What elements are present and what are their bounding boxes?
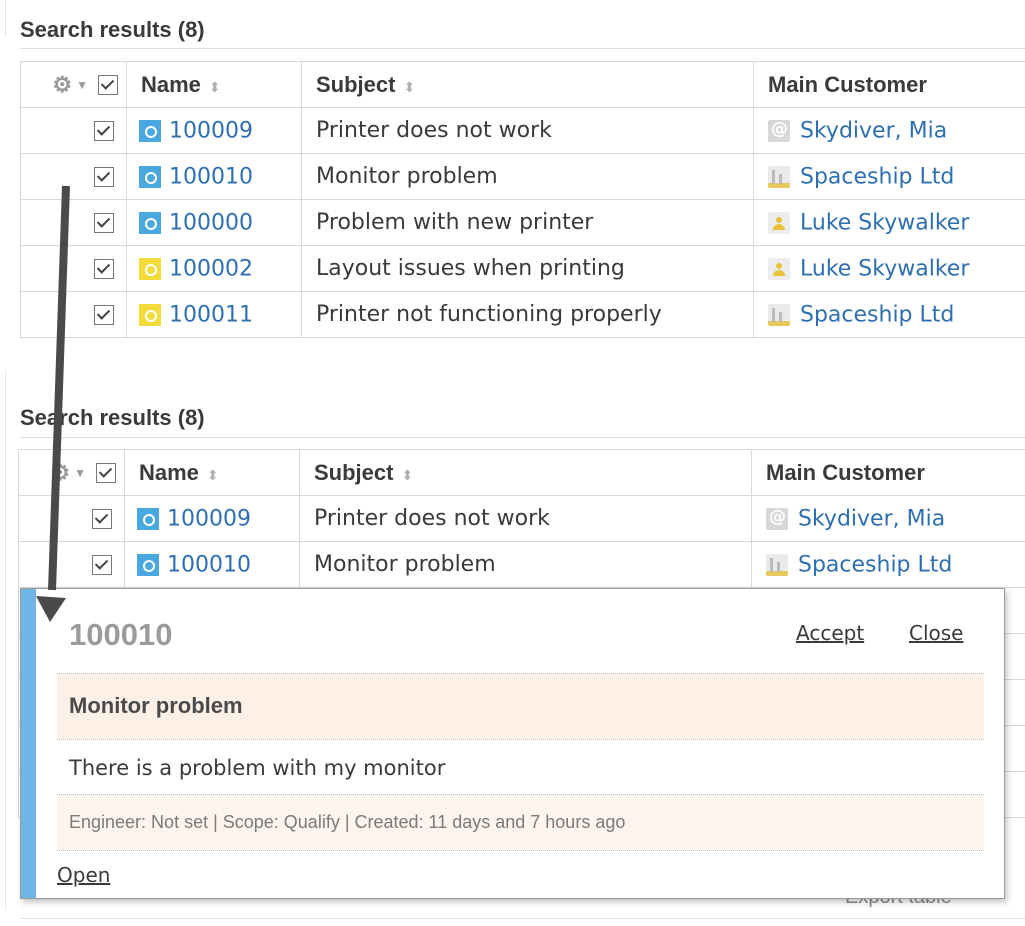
arrow-head <box>36 596 66 622</box>
arrow-shaft <box>48 185 70 591</box>
annotation-arrow <box>36 185 70 622</box>
